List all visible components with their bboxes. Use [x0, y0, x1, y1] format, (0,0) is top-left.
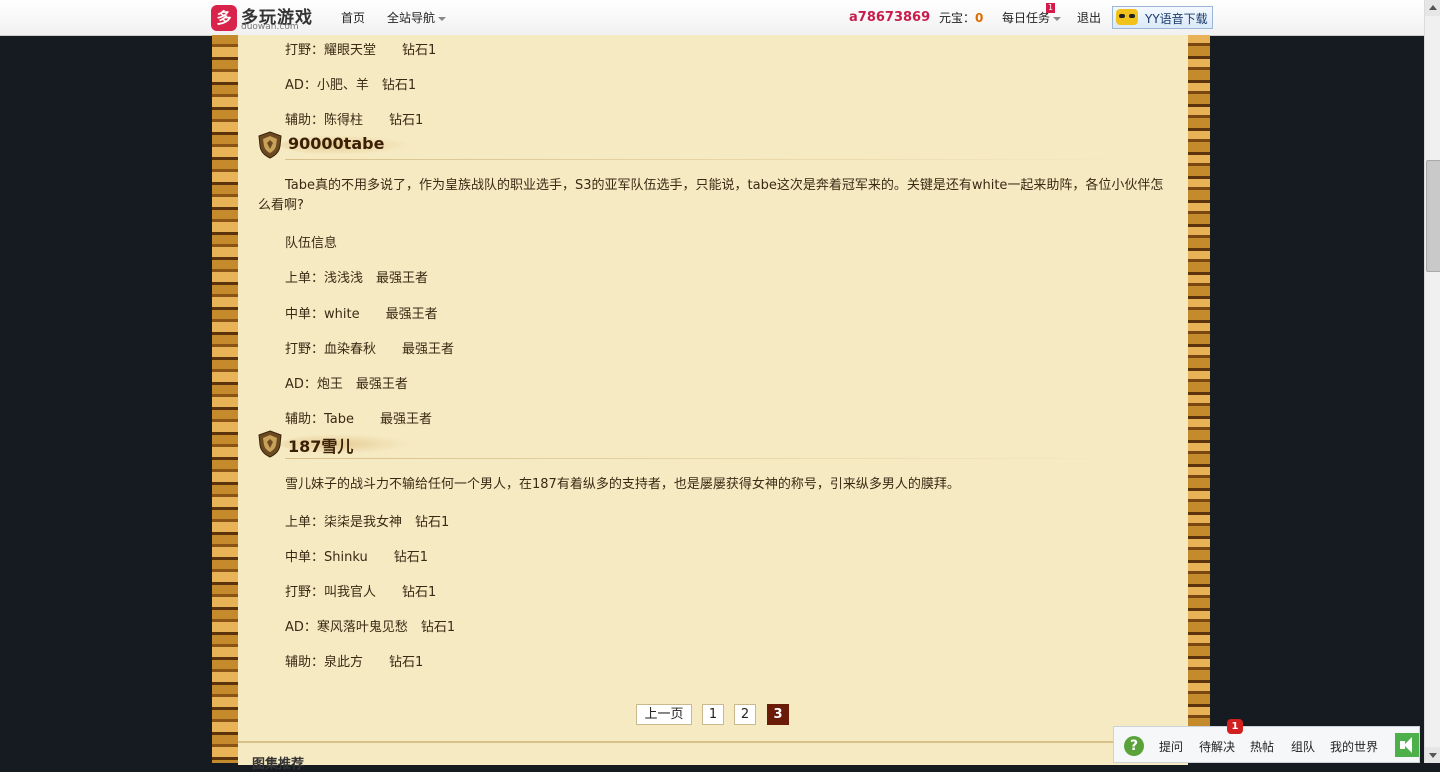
team-title: 187雪儿: [288, 437, 354, 456]
username-link[interactable]: a78673869: [849, 10, 930, 25]
shield-icon: [258, 131, 282, 159]
team-section-header: 90000tabe: [257, 131, 1167, 161]
toolbar-ask-link[interactable]: 提问: [1159, 738, 1183, 755]
current-page-button[interactable]: 3: [767, 704, 789, 725]
team-section-header: 187雪儿: [257, 430, 1167, 460]
chevron-down-icon: [438, 16, 447, 21]
daily-task-label: 每日任务: [1002, 11, 1051, 25]
floating-toolbar: ? 提问 待解决 1 热帖 组队 我的世界: [1113, 719, 1420, 763]
roster-line: 打野：叫我官人 钻石1: [285, 585, 437, 600]
top-nav-bar: 多 多玩游戏 duowan.com 首页 全站导航 a78673869 元宝：0…: [0, 0, 1424, 36]
roster-line: AD：炮王 最强王者: [285, 377, 408, 392]
scroll-up-arrow-icon[interactable]: [1425, 0, 1440, 16]
yy-mascot-icon: [1116, 9, 1138, 25]
roster-line: 辅助：陈得柱 钻石1: [285, 113, 424, 128]
team-title: 90000tabe: [288, 134, 385, 153]
toolbar-hot-posts-link[interactable]: 热帖: [1250, 738, 1274, 755]
roster-line: 打野：血染春秋 最强王者: [285, 342, 455, 357]
roster-line: 上单：浅浅浅 最强王者: [285, 271, 429, 286]
nav-home-link[interactable]: 首页: [341, 9, 365, 26]
pending-count-badge: 1: [1227, 719, 1243, 734]
divider: [285, 458, 1135, 459]
scrollbar-thumb[interactable]: [1426, 160, 1440, 272]
divider: [285, 159, 1135, 160]
help-question-icon[interactable]: ?: [1124, 736, 1144, 756]
duowan-logo[interactable]: 多 多玩游戏 duowan.com: [211, 3, 316, 33]
roster-line: AD：小肥、羊 钻石1: [285, 78, 417, 93]
yuanbao-label: 元宝：: [939, 11, 976, 25]
page-button-1[interactable]: 1: [702, 704, 724, 725]
yy-download-label: YY语音下载: [1145, 12, 1208, 26]
logout-link[interactable]: 退出: [1077, 9, 1101, 26]
parchment-border-left: [212, 35, 238, 763]
speaker-icon[interactable]: [1395, 733, 1419, 757]
page-button-2[interactable]: 2: [734, 704, 756, 725]
daily-task-badge: 1: [1046, 3, 1056, 13]
yuanbao-value: 0: [975, 11, 984, 25]
chevron-down-icon: [1053, 16, 1062, 21]
toolbar-my-world-link[interactable]: 我的世界: [1330, 738, 1378, 755]
nav-all-sites-label: 全站导航: [387, 11, 436, 25]
roster-line: 辅助：泉此方 钻石1: [285, 655, 424, 670]
page-scrollbar[interactable]: [1424, 0, 1440, 763]
roster-line: 打野：耀眼天堂 钻石1: [285, 43, 437, 58]
parchment-border-right: [1188, 35, 1210, 763]
roster-line: 上单：柒柒是我女神 钻石1: [285, 515, 450, 530]
logo-domain: duowan.com: [241, 22, 299, 32]
nav-all-sites-menu[interactable]: 全站导航: [387, 9, 447, 26]
logo-mark-icon: 多: [211, 5, 237, 31]
team-description: Tabe真的不用多说了，作为皇族战队的职业选手，S3的亚军队伍选手，只能说，ta…: [258, 178, 1164, 213]
prev-page-button[interactable]: 上一页: [636, 704, 692, 725]
roster-line: 辅助：Tabe 最强王者: [285, 412, 433, 427]
gallery-recommend-section: 图集推荐: [238, 741, 1188, 772]
roster-line: AD：寒风落叶鬼见愁 钻石1: [285, 620, 456, 635]
scroll-down-arrow-icon[interactable]: [1425, 747, 1440, 763]
toolbar-team-up-link[interactable]: 组队: [1291, 738, 1315, 755]
shield-icon: [258, 430, 282, 458]
roster-line: 中单：Shinku 钻石1: [285, 550, 428, 565]
yy-download-button[interactable]: YY语音下载: [1112, 6, 1213, 29]
roster-line: 中单：white 最强王者: [285, 307, 438, 322]
yuanbao-balance[interactable]: 元宝：0: [939, 9, 983, 26]
team-description: 雪儿妹子的战斗力不输给任何一个男人，在187有着纵多的支持者，也是屡屡获得女神的…: [285, 477, 960, 492]
team-info-label: 队伍信息: [285, 236, 338, 251]
toolbar-pending-link[interactable]: 待解决: [1199, 738, 1235, 755]
